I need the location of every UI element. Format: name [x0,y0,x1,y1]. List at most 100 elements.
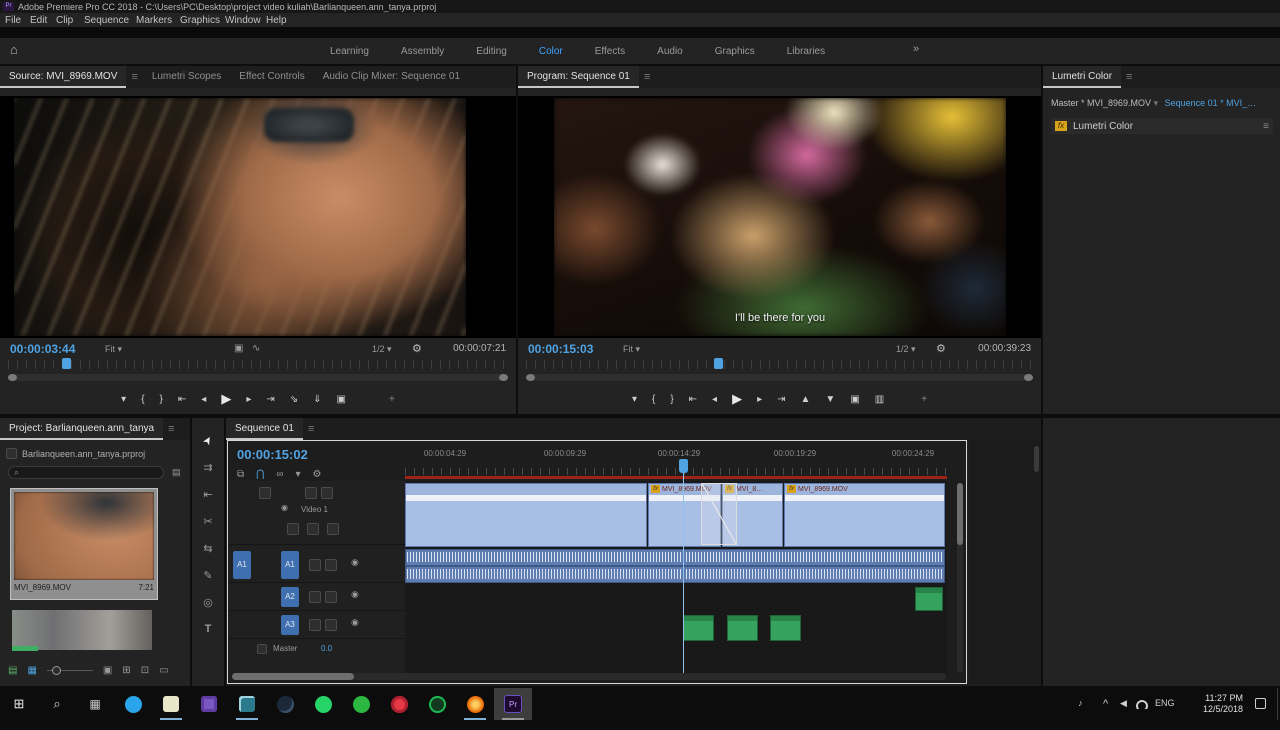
taskbar-app-monitor[interactable] [228,688,266,720]
source-patch-a1[interactable]: A1 [233,551,251,579]
workspace-tab-editing[interactable]: Editing [476,46,507,57]
track-sync-lock-icon[interactable] [305,487,317,499]
program-zoom-bar[interactable] [526,374,1033,381]
drag-audio-icon[interactable]: ∿ [252,343,260,354]
track-button[interactable] [307,523,319,535]
slip-tool-icon[interactable]: ⇆ [203,542,212,555]
mark-out-icon[interactable]: } [670,394,673,405]
track-select-a2[interactable]: A2 [281,587,299,607]
program-playhead[interactable] [714,358,723,369]
play-button[interactable]: ▶ [732,391,742,407]
solo-button[interactable] [325,559,337,571]
timeline-ruler[interactable]: 00:00:04:29 00:00:09:29 00:00:14:29 00:0… [405,445,947,475]
panel-menu-icon[interactable]: ≡ [163,423,179,435]
source-resolution-dropdown[interactable]: 1/2 ▾ [372,344,392,355]
project-search-input[interactable]: ⌕ [8,466,164,479]
panel-menu-icon[interactable]: ≡ [639,71,655,83]
project-clip-card[interactable]: MVI_8969.MOV 7:21 [10,488,158,600]
workspace-overflow-icon[interactable]: » [913,43,919,55]
export-frame-icon[interactable]: ▣ [850,394,859,405]
mic-icon[interactable]: ◉ [351,557,359,568]
mic-icon[interactable]: ◉ [351,617,359,628]
timeline-settings-wrench-icon[interactable]: ⚙ [313,469,322,480]
step-forward-icon[interactable]: ▸ [246,394,251,405]
tab-sequence[interactable]: Sequence 01 [226,418,303,440]
play-button[interactable]: ▶ [221,391,231,407]
track-select-forward-tool-icon[interactable]: ⇉ [203,461,212,474]
hand-tool-icon[interactable]: ◎ [203,596,213,609]
taskbar-search-button[interactable]: ⌕ [38,688,76,720]
audio-sfx-clip[interactable] [683,615,714,641]
program-settings-wrench-icon[interactable]: ⚙ [936,342,946,355]
mute-button[interactable] [309,619,321,631]
workspace-tab-color[interactable]: Color [539,46,563,57]
filter-icon[interactable]: ▤ [172,467,181,478]
tab-lumetri-scopes[interactable]: Lumetri Scopes [143,66,230,88]
source-video-display[interactable] [0,96,516,338]
icon-view-icon[interactable]: ▦ [27,665,36,676]
track-button[interactable] [287,523,299,535]
master-gain-value[interactable]: 0.0 [321,644,332,653]
button-editor-icon[interactable]: + [389,394,395,405]
step-back-icon[interactable]: ◂ [201,394,206,405]
language-indicator[interactable]: ENG [1155,698,1175,708]
pen-tool-icon[interactable]: ✎ [203,569,212,582]
overwrite-icon[interactable]: ⇓ [313,394,321,405]
tab-effect-controls[interactable]: Effect Controls [230,66,313,88]
linked-selection-icon[interactable]: ∞ [276,469,283,480]
start-button[interactable]: ⊞ [0,688,38,720]
source-fit-dropdown[interactable]: Fit ▾ [105,344,122,355]
taskbar-app-premiere[interactable]: Pr [494,688,532,720]
source-playhead[interactable] [62,358,71,369]
home-icon[interactable]: ⌂ [10,42,18,57]
step-forward-icon[interactable]: ▸ [757,394,762,405]
automate-to-sequence-icon[interactable]: ▣ [103,665,112,676]
menu-graphics[interactable]: Graphics [180,15,220,26]
audio-clip[interactable] [405,566,945,583]
thumbnail-zoom-slider[interactable] [47,670,93,671]
program-video-display[interactable]: I'll be there for you [518,96,1041,338]
solo-button[interactable] [325,619,337,631]
timeline-v-scrollbar[interactable] [957,483,963,673]
taskbar-app-line[interactable] [342,688,380,720]
timeline-timecode[interactable]: 00:00:15:02 [237,447,308,462]
program-fit-dropdown[interactable]: Fit ▾ [623,344,640,355]
task-view-button[interactable]: ▦ [76,688,114,720]
workspace-tab-learning[interactable]: Learning [330,46,369,57]
volume-icon[interactable]: ◀ [1120,698,1127,709]
menu-file[interactable]: File [5,15,21,26]
workspace-tab-assembly[interactable]: Assembly [401,46,444,57]
video-track-name[interactable]: Video 1 [301,505,328,514]
tab-audio-clip-mixer[interactable]: Audio Clip Mixer: Sequence 01 [314,66,469,88]
goto-in-icon[interactable]: ⇤ [689,394,697,405]
program-scrubber[interactable] [518,358,1041,384]
workspace-tab-audio[interactable]: Audio [657,46,683,57]
add-marker-icon[interactable]: ▾ [295,469,300,480]
lumetri-sequence-clip[interactable]: Sequence 01 * MVI_… [1165,98,1257,108]
effect-menu-icon[interactable]: ≡ [1263,121,1269,132]
razor-tool-icon[interactable]: ✂ [203,515,212,528]
audio-sfx-clip[interactable] [770,615,801,641]
timeline-playhead[interactable] [679,459,688,473]
taskbar-app-spotify[interactable] [418,688,456,720]
video-clip[interactable]: fxMVI_8969.MOV [784,483,945,547]
menu-clip[interactable]: Clip [56,15,73,26]
audio-clip[interactable] [405,549,945,566]
tab-lumetri-color[interactable]: Lumetri Color [1043,66,1121,88]
taskbar-app-firefox[interactable] [456,688,494,720]
mute-button[interactable] [309,591,321,603]
tab-project[interactable]: Project: Barlianqueen.ann_tanya [0,418,163,440]
lumetri-master-clip[interactable]: Master * MVI_8969.MOV [1051,98,1151,108]
taskbar-app-opera[interactable] [380,688,418,720]
new-bin-icon[interactable]: ⊞ [122,665,130,676]
action-center-icon[interactable] [1255,698,1266,709]
track-lock-icon[interactable] [259,487,271,499]
track-target-icon[interactable] [321,487,333,499]
track-select-a1[interactable]: A1 [281,551,299,579]
workspace-tab-effects[interactable]: Effects [595,46,625,57]
type-tool-icon[interactable]: T [205,623,212,635]
master-lock-icon[interactable] [257,644,267,654]
program-timecode[interactable]: 00:00:15:03 [528,342,593,356]
lift-icon[interactable]: ▲ [801,394,811,405]
program-resolution-dropdown[interactable]: 1/2 ▾ [896,344,916,355]
